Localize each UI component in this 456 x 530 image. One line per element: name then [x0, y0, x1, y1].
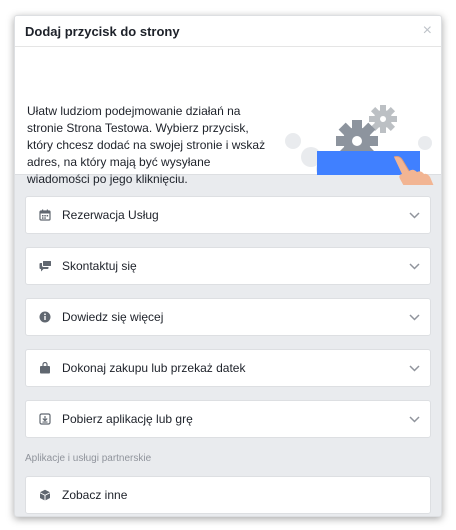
chevron-down-icon [408, 413, 420, 425]
chevron-down-icon [408, 209, 420, 221]
option-contact[interactable]: Skontaktuj się [25, 247, 431, 285]
chevron-down-icon [408, 260, 420, 272]
button-illustration-icon [285, 105, 434, 185]
see-more-button[interactable]: Zobacz inne [25, 476, 431, 514]
add-button-dialog: Dodaj przycisk do strony × Ułatw ludziom… [14, 15, 442, 517]
dialog-title: Dodaj przycisk do strony [25, 23, 180, 39]
download-icon [38, 412, 52, 426]
dialog-header: Dodaj przycisk do strony × [15, 16, 441, 47]
button-options-list: Rezerwacja Usług Skontaktuj się Dowiedz … [15, 175, 441, 514]
close-icon[interactable]: × [423, 23, 432, 39]
option-shop-donate[interactable]: Dokonaj zakupu lub przekaż datek [25, 349, 431, 387]
option-label: Skontaktuj się [62, 259, 137, 273]
shopping-bag-icon [38, 361, 52, 375]
chevron-down-icon [408, 311, 420, 323]
partners-section-label: Aplikacje i usługi partnerskie [25, 453, 152, 464]
option-download-app[interactable]: Pobierz aplikację lub grę [25, 400, 431, 438]
option-learn-more[interactable]: Dowiedz się więcej [25, 298, 431, 336]
intro-text: Ułatw ludziom podejmowanie działań na st… [27, 104, 266, 186]
calendar-icon [38, 208, 52, 222]
option-label: Dowiedz się więcej [62, 310, 164, 324]
chat-icon [38, 259, 52, 273]
see-more-label: Zobacz inne [62, 488, 128, 502]
chevron-down-icon [408, 362, 420, 374]
intro-panel: Ułatw ludziom podejmowanie działań na st… [15, 47, 441, 186]
cube-icon [38, 488, 52, 502]
option-booking[interactable]: Rezerwacja Usług [25, 196, 431, 234]
info-icon [38, 310, 52, 324]
option-label: Dokonaj zakupu lub przekaż datek [62, 361, 246, 375]
option-label: Pobierz aplikację lub grę [62, 412, 193, 426]
option-label: Rezerwacja Usług [62, 208, 159, 222]
